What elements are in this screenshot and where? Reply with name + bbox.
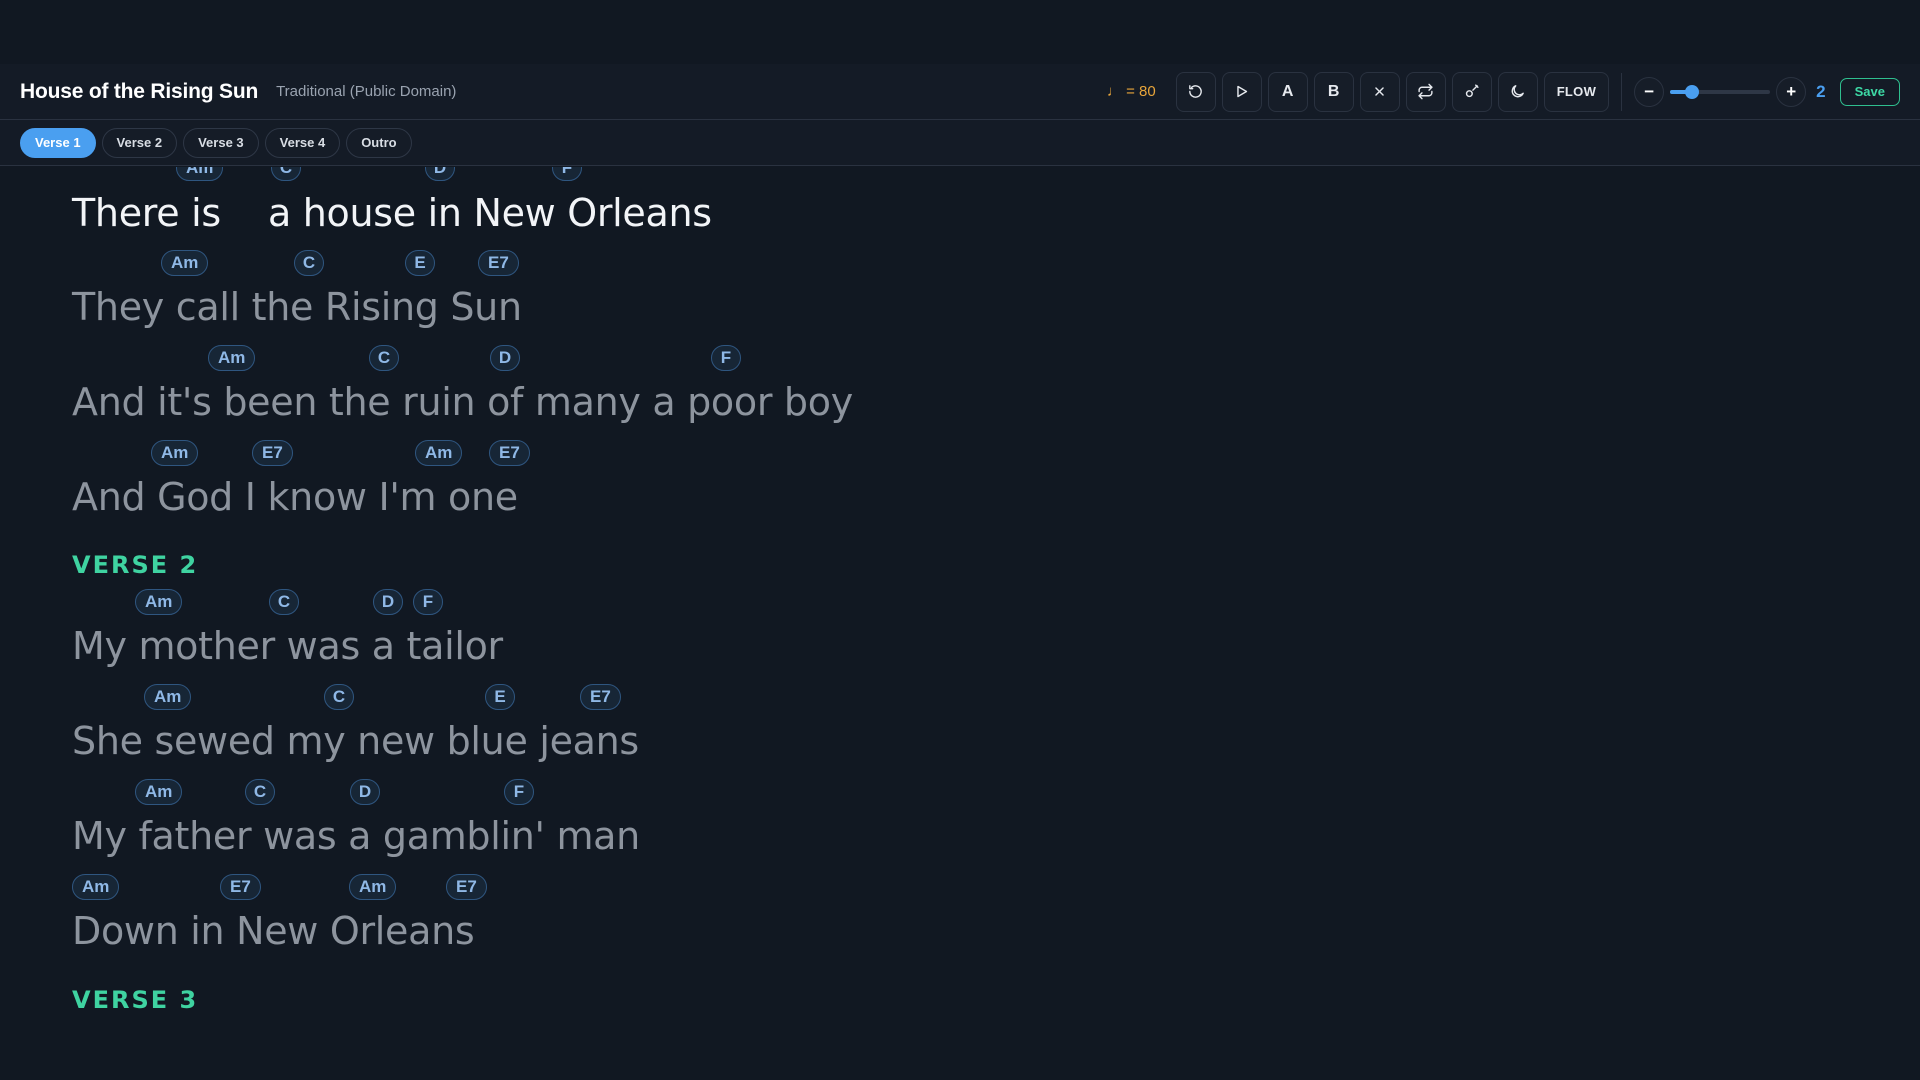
- chord-chip[interactable]: E7: [489, 440, 530, 466]
- chord-chip[interactable]: Am: [72, 874, 120, 900]
- chord-chip[interactable]: Am: [349, 874, 397, 900]
- moon-icon: [1511, 85, 1525, 98]
- chord-chip[interactable]: E: [405, 250, 435, 276]
- song-artist: Traditional (Public Domain): [276, 83, 457, 100]
- chord-chip[interactable]: C: [369, 345, 399, 371]
- repeat-button[interactable]: [1405, 71, 1446, 112]
- lyric-line[interactable]: My mother was a tailor: [72, 624, 503, 668]
- lyric-line[interactable]: And it's been the ruin of many a poor bo…: [72, 380, 853, 424]
- tab-verse-1[interactable]: Verse 1: [20, 127, 96, 158]
- toolbar: House of the Rising Sun Traditional (Pub…: [0, 64, 1920, 120]
- chord-chip[interactable]: F: [552, 167, 582, 181]
- save-button[interactable]: Save: [1839, 77, 1900, 106]
- chord-chip[interactable]: E7: [580, 684, 621, 710]
- zoom-out-button[interactable]: −: [1634, 76, 1665, 107]
- flow-button[interactable]: FLOW: [1543, 71, 1610, 112]
- chord-chip[interactable]: E7: [252, 440, 293, 466]
- chord-chip[interactable]: E7: [478, 250, 519, 276]
- repeat-icon: [1418, 83, 1433, 100]
- chord-chip[interactable]: D: [350, 779, 380, 805]
- chord-chip[interactable]: C: [294, 250, 324, 276]
- section-tabs: Verse 1 Verse 2 Verse 3 Verse 4 Outro: [0, 120, 1920, 166]
- tempo-indicator[interactable]: ♩ = 80: [1107, 83, 1156, 100]
- chord-chip[interactable]: E7: [220, 874, 261, 900]
- lyric-line[interactable]: Down in New Orleans: [72, 909, 475, 953]
- chord-chip[interactable]: D: [373, 589, 403, 615]
- chord-chip[interactable]: Am: [135, 779, 183, 805]
- chord-chip[interactable]: F: [711, 345, 741, 371]
- chord-chip[interactable]: Am: [208, 345, 256, 371]
- chord-chip[interactable]: Am: [151, 440, 199, 466]
- reset-button[interactable]: [1175, 71, 1216, 112]
- lyric-line[interactable]: My father was a gamblin' man: [72, 814, 640, 858]
- chord-chip[interactable]: Am: [415, 440, 463, 466]
- chord-chip[interactable]: C: [324, 684, 354, 710]
- chord-chip[interactable]: C: [269, 589, 299, 615]
- chord-chip[interactable]: E: [485, 684, 515, 710]
- chord-chip[interactable]: E7: [446, 874, 487, 900]
- tab-verse-3[interactable]: Verse 3: [183, 127, 259, 158]
- chord-chip[interactable]: C: [245, 779, 275, 805]
- tab-verse-2[interactable]: Verse 2: [101, 127, 178, 158]
- rotate-ccw-icon: [1189, 85, 1203, 98]
- lyric-line[interactable]: And God I know I'm one: [72, 475, 518, 519]
- lyric-line[interactable]: They call the Rising Sun: [72, 285, 522, 329]
- chord-chip[interactable]: Am: [135, 589, 183, 615]
- loop-start-a-button[interactable]: A: [1267, 71, 1308, 112]
- zoom-in-button[interactable]: +: [1776, 76, 1807, 107]
- loop-end-b-button[interactable]: B: [1313, 71, 1354, 112]
- lyric-line-current[interactable]: There is a house in New Orleans: [72, 191, 712, 235]
- chord-chip[interactable]: D: [425, 167, 455, 181]
- zoom-slider-thumb[interactable]: [1685, 84, 1700, 99]
- lyrics-sheet: Am C D F There is a house in New Orleans…: [0, 167, 1920, 1080]
- chord-chip[interactable]: Am: [161, 250, 209, 276]
- theme-toggle-button[interactable]: [1497, 71, 1538, 112]
- zoom-slider[interactable]: [1670, 82, 1771, 102]
- song-title: House of the Rising Sun: [20, 79, 259, 103]
- close-icon: [1375, 87, 1384, 96]
- chord-chip[interactable]: C: [271, 167, 301, 181]
- section-heading: VERSE 2: [72, 551, 199, 579]
- clear-loop-button[interactable]: [1359, 71, 1400, 112]
- play-button[interactable]: [1221, 71, 1262, 112]
- chord-chip[interactable]: Am: [144, 684, 192, 710]
- chord-chip[interactable]: F: [413, 589, 443, 615]
- play-icon: [1237, 85, 1248, 98]
- guitar-icon: [1466, 84, 1479, 98]
- guitar-button[interactable]: [1451, 71, 1492, 112]
- lyric-line[interactable]: She sewed my new blue jeans: [72, 719, 639, 763]
- chord-chip[interactable]: D: [490, 345, 520, 371]
- section-heading: VERSE 3: [72, 986, 199, 1014]
- tab-outro[interactable]: Outro: [346, 127, 412, 158]
- chord-chip[interactable]: Am: [176, 167, 224, 181]
- tab-verse-4[interactable]: Verse 4: [264, 127, 341, 158]
- toolbar-divider: [1621, 72, 1623, 111]
- chord-chip[interactable]: F: [504, 779, 534, 805]
- zoom-value: 2: [1816, 81, 1826, 101]
- top-bar: [0, 0, 1920, 64]
